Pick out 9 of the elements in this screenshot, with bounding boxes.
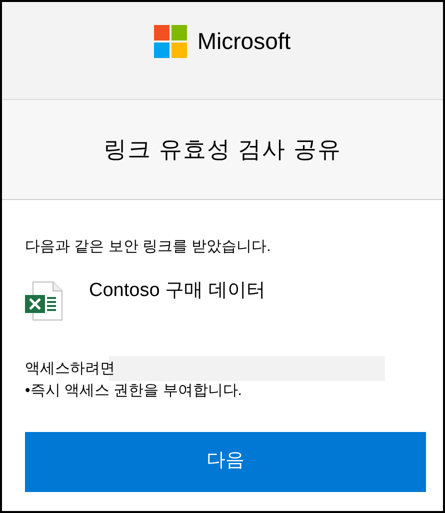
- access-note: •즉시 액세스 권한을 부여합니다.: [25, 380, 243, 400]
- access-label: 액세스하려면: [25, 356, 385, 380]
- page-title: 링크 유효성 검사 공유: [103, 135, 342, 164]
- file-name: Contoso 구매 데이터: [89, 278, 266, 302]
- next-button[interactable]: 다음: [25, 432, 426, 492]
- logo-icon: [154, 24, 188, 58]
- spreadsheet-file-icon: [25, 280, 63, 320]
- brand-name: Microsoft: [197, 26, 291, 56]
- message-text: 다음과 같은 보안 링크를 받았습니다.: [25, 237, 272, 257]
